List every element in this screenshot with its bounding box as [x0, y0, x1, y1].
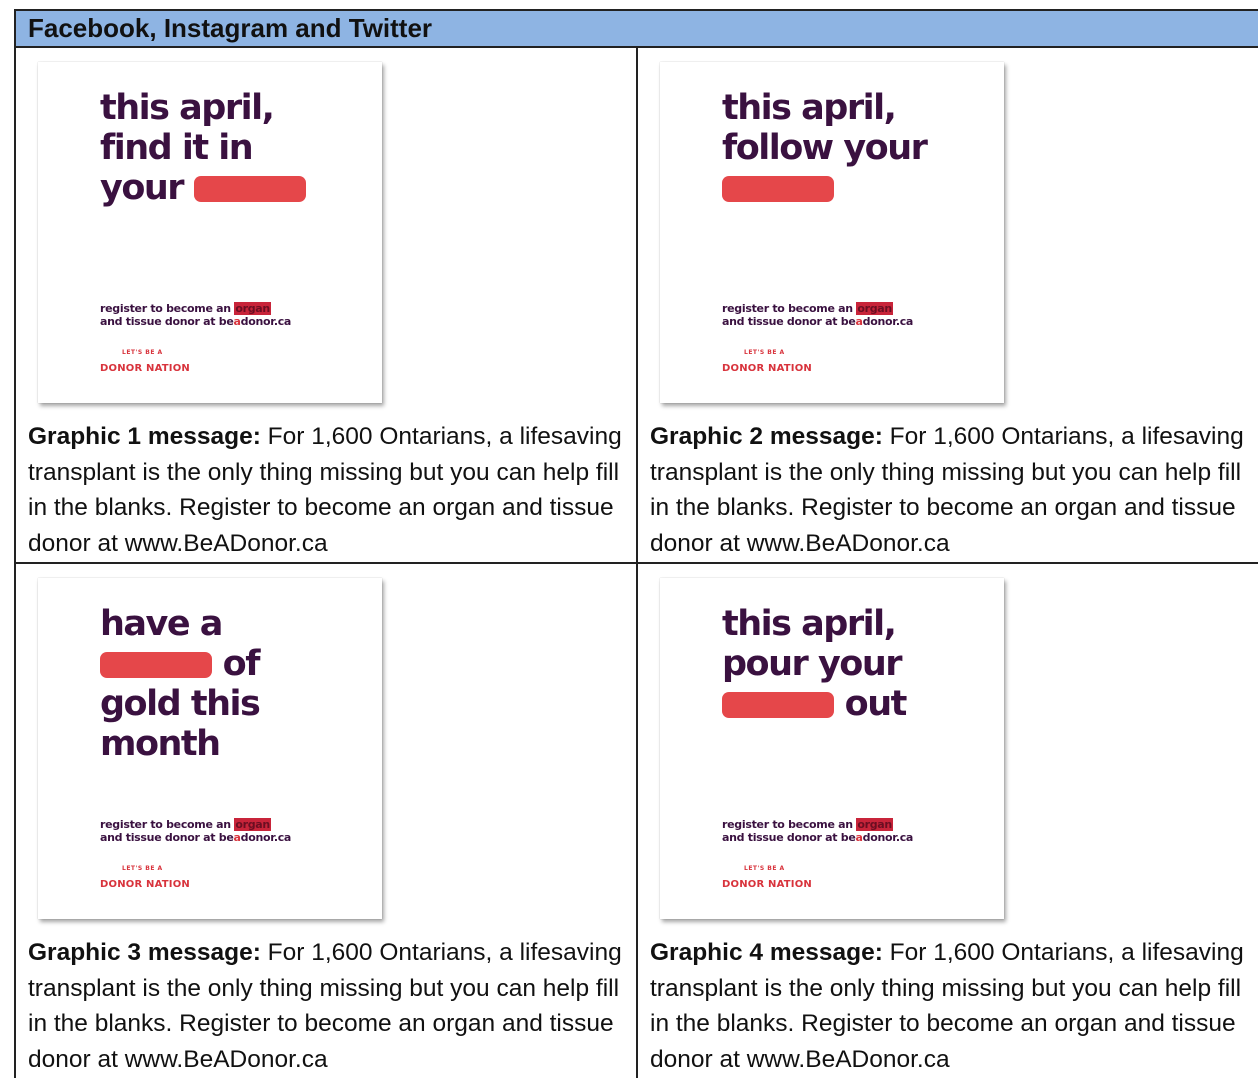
register-line2-end: donor.ca [240, 315, 292, 328]
headline-line: this april, [722, 604, 897, 644]
register-pre: register to become an [100, 302, 235, 315]
blank-bar [100, 652, 212, 678]
brand-tagline: LET'S BE A [744, 349, 785, 356]
register-line2-end: donor.ca [862, 315, 914, 328]
headline-text: out [834, 684, 908, 724]
graphic-image-2: this april, follow your register to beco… [660, 62, 1004, 403]
brand-logo-text: DONOR NATION [100, 363, 190, 374]
headline-line: this april, [722, 88, 897, 128]
headline-line: gold this [100, 684, 261, 724]
blank-bar [193, 176, 306, 202]
brand-logo-text: DONOR NATION [100, 879, 190, 890]
brand-logo-text: DONOR NATION [722, 363, 812, 374]
register-highlight: organ [234, 302, 271, 315]
graphic-message: Graphic 3 message: For 1,600 Ontarians, … [28, 935, 628, 1077]
brand-tagline: LET'S BE A [744, 865, 785, 872]
headline-line [722, 168, 926, 208]
register-highlight: organ [856, 302, 893, 315]
graphics-grid: this april, find it in your register to … [16, 48, 1258, 1078]
document-table: Facebook, Instagram and Twitter this apr… [14, 9, 1258, 1078]
graphic-message: Graphic 4 message: For 1,600 Ontarians, … [650, 935, 1250, 1077]
graphic-message: Graphic 1 message: For 1,600 Ontarians, … [28, 419, 628, 561]
table-header: Facebook, Instagram and Twitter [16, 11, 1258, 48]
headline-line: your [100, 168, 306, 208]
graphic-image-3: have a of gold this month register to be… [38, 578, 382, 919]
blank-bar [722, 176, 834, 202]
brand-logo-text: DONOR NATION [722, 879, 812, 890]
blank-bar [722, 692, 834, 718]
register-line2-end: donor.ca [240, 831, 292, 844]
headline-text: of [212, 644, 261, 684]
register-line2: and tissue donor at be [100, 315, 234, 328]
headline-text: your [100, 168, 194, 208]
register-pre: register to become an [100, 818, 235, 831]
header-title: Facebook, Instagram and Twitter [28, 13, 433, 43]
register-text: register to become an organ and tissue d… [100, 302, 291, 328]
graphic-cell-4: this april, pour your out register to be… [638, 564, 1258, 1078]
graphic-headline: this april, pour your out [722, 604, 908, 724]
graphic-cell-1: this april, find it in your register to … [16, 48, 638, 564]
register-line2: and tissue donor at be [100, 831, 234, 844]
brand-tagline: LET'S BE A [122, 349, 163, 356]
brand-tagline: LET'S BE A [122, 865, 163, 872]
register-highlight: organ [856, 818, 893, 831]
message-label: Graphic 1 message: [28, 423, 261, 450]
graphic-headline: have a of gold this month [100, 604, 261, 764]
graphic-headline: this april, follow your [722, 88, 928, 208]
register-line2: and tissue donor at be [722, 315, 856, 328]
register-text: register to become an organ and tissue d… [100, 818, 291, 844]
headline-line: pour your [722, 644, 902, 684]
graphic-cell-2: this april, follow your register to beco… [638, 48, 1258, 564]
graphic-headline: this april, find it in your [100, 88, 306, 208]
register-text: register to become an organ and tissue d… [722, 818, 913, 844]
headline-line: this april, [100, 88, 275, 128]
headline-line: find it in [100, 128, 254, 168]
register-red-letter: a [855, 831, 863, 844]
graphic-image-1: this april, find it in your register to … [38, 62, 382, 403]
message-label: Graphic 2 message: [650, 423, 883, 450]
register-highlight: organ [234, 818, 271, 831]
headline-line: month [100, 724, 221, 764]
headline-line: have a [100, 604, 223, 644]
message-label: Graphic 4 message: [650, 939, 883, 966]
register-pre: register to become an [722, 818, 857, 831]
register-pre: register to become an [722, 302, 857, 315]
register-text: register to become an organ and tissue d… [722, 302, 913, 328]
register-red-letter: a [233, 315, 241, 328]
headline-line: of [100, 644, 261, 684]
register-red-letter: a [855, 315, 863, 328]
graphic-message: Graphic 2 message: For 1,600 Ontarians, … [650, 419, 1250, 561]
message-label: Graphic 3 message: [28, 939, 261, 966]
headline-line: out [722, 684, 908, 724]
graphic-cell-3: have a of gold this month register to be… [16, 564, 638, 1078]
register-line2-end: donor.ca [862, 831, 914, 844]
headline-line: follow your [722, 128, 928, 168]
graphic-image-4: this april, pour your out register to be… [660, 578, 1004, 919]
register-line2: and tissue donor at be [722, 831, 856, 844]
register-red-letter: a [233, 831, 241, 844]
